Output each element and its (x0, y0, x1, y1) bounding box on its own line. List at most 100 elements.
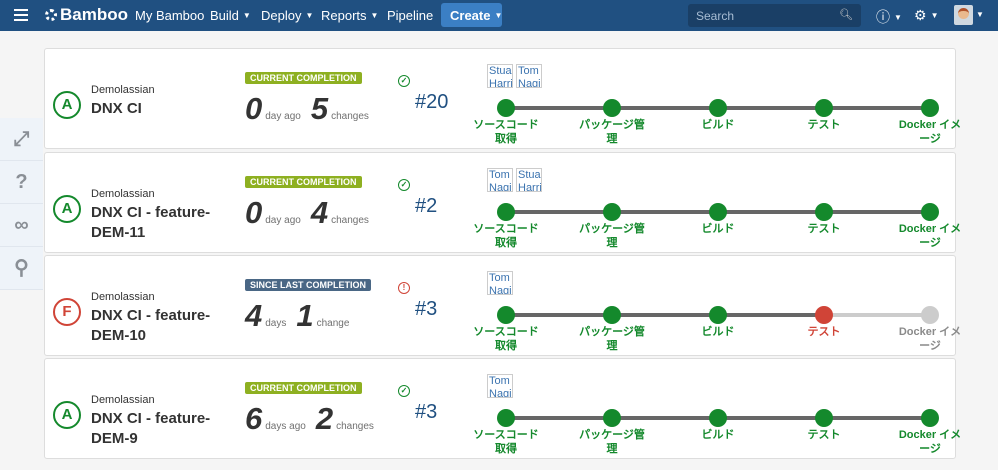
nav-label: My Bamboo (135, 8, 205, 23)
create-label: Create (450, 8, 491, 23)
pipeline-connector (612, 313, 718, 317)
stage-label: パッケージ管理 (579, 223, 645, 249)
build-card: A Demolassian DNX CI - feature-DEM-11 CU… (44, 152, 961, 253)
author-avatar[interactable]: Stua Harri (516, 168, 542, 192)
stage-label: パッケージ管理 (579, 119, 645, 145)
chevron-down-icon: ▼ (305, 11, 314, 20)
link-icon[interactable]: ∞ (0, 204, 43, 247)
pipeline-connector (824, 416, 930, 420)
chevron-down-icon: ▼ (494, 11, 503, 20)
stage-label: ビルド (701, 119, 735, 131)
nav-item[interactable]: Pipeline (387, 8, 433, 23)
stage-label: ビルド (701, 429, 735, 441)
stage-label: テスト (807, 429, 841, 441)
create-button[interactable]: Create ▼ (441, 3, 502, 27)
stage-label: テスト (807, 119, 841, 131)
chevron-down-icon: ▼ (894, 13, 902, 22)
stage-label: ソースコード取得 (473, 326, 539, 352)
stage-node[interactable] (815, 306, 833, 324)
stage-node[interactable] (603, 409, 621, 427)
stage-node[interactable] (497, 99, 515, 117)
nav-item[interactable]: Build ▼ (210, 8, 251, 23)
stage-label: ソースコード取得 (473, 119, 539, 145)
pipeline-connector (506, 106, 612, 110)
help-icon: ⓘ (876, 9, 890, 25)
author-avatar[interactable]: Tom Nagi (487, 374, 513, 398)
sidebar: ⤢? ∞ ⚲ (0, 118, 43, 290)
stage-label: テスト (807, 326, 841, 338)
help-icon[interactable]: ? (0, 161, 43, 204)
authors: Tom Nagi (487, 374, 513, 398)
author-avatar[interactable]: Tom Nagi (516, 64, 542, 88)
stage-node[interactable] (603, 306, 621, 324)
nav-label: Deploy (261, 8, 302, 23)
nav-label: Pipeline (387, 8, 434, 23)
stage-label: ソースコード取得 (473, 429, 539, 455)
pipeline-connector (506, 210, 612, 214)
pipeline-connector (718, 106, 824, 110)
stage-node[interactable] (815, 203, 833, 221)
logo-text: Bamboo (60, 5, 128, 24)
author-avatar[interactable]: Tom Nagi (487, 168, 513, 192)
stage-node[interactable] (815, 99, 833, 117)
nav-item[interactable]: Reports ▼ (321, 8, 378, 23)
help-menu[interactable]: ⓘ ▼ (876, 7, 902, 27)
stage-node[interactable] (921, 409, 939, 427)
settings-menu[interactable]: ⚙ ▼ (914, 7, 938, 24)
stage-node[interactable] (815, 409, 833, 427)
pipeline-connector (612, 416, 718, 420)
search-icon[interactable]: ⚲ (0, 247, 43, 290)
user-avatar[interactable] (954, 5, 973, 25)
stage-node[interactable] (709, 409, 727, 427)
pipeline-connector (824, 313, 930, 317)
pipeline-connector (612, 106, 718, 110)
stage-node[interactable] (497, 203, 515, 221)
stage-node[interactable] (921, 306, 939, 324)
menu-icon[interactable] (14, 9, 28, 24)
stage-node[interactable] (497, 306, 515, 324)
author-avatar[interactable]: Stua Harri (487, 64, 513, 88)
build-card: A Demolassian DNX CI CURRENT COMPLETION … (44, 48, 961, 149)
nav-label: Reports (321, 8, 367, 23)
pipeline-connector (718, 416, 824, 420)
stage-label: Docker イメージ (898, 326, 962, 352)
stage-node[interactable] (709, 306, 727, 324)
nav-item[interactable]: Deploy ▼ (261, 8, 313, 23)
nav-label: Build (210, 8, 239, 23)
stage-label: ソースコード取得 (473, 223, 539, 249)
chevron-down-icon: ▼ (370, 11, 379, 20)
stage-label: パッケージ管理 (579, 429, 645, 455)
pipeline-connector (824, 210, 930, 214)
chevron-down-icon[interactable]: ▼ (976, 10, 984, 19)
authors: Stua Harri Tom Nagi (487, 64, 542, 88)
stage-node[interactable] (603, 99, 621, 117)
author-avatar[interactable]: Tom Nagi (487, 271, 513, 295)
bamboo-logo[interactable]: Bamboo (45, 5, 128, 25)
gear-icon: ⚙ (914, 7, 927, 23)
pipeline-connector (506, 416, 612, 420)
stage-label: パッケージ管理 (579, 326, 645, 352)
stage-label: テスト (807, 223, 841, 235)
stage-node[interactable] (497, 409, 515, 427)
chevron-down-icon: ▼ (242, 11, 251, 20)
bamboo-logo-icon (45, 9, 57, 21)
stage-node[interactable] (709, 99, 727, 117)
stage-label: Docker イメージ (898, 223, 962, 249)
authors: Tom Nagi (487, 271, 513, 295)
pipeline-connector (718, 313, 824, 317)
build-card: F Demolassian DNX CI - feature-DEM-10 SI… (44, 255, 961, 356)
stage-node[interactable] (921, 99, 939, 117)
stage-node[interactable] (603, 203, 621, 221)
stage-label: Docker イメージ (898, 119, 962, 145)
search-input[interactable]: Search 🔍︎ (688, 4, 861, 27)
stage-node[interactable] (921, 203, 939, 221)
stage-label: Docker イメージ (898, 429, 962, 455)
build-card: A Demolassian DNX CI - feature-DEM-9 CUR… (44, 358, 961, 459)
pipeline-connector (506, 313, 612, 317)
pipeline-connector (718, 210, 824, 214)
stage-node[interactable] (709, 203, 727, 221)
expand-icon[interactable]: ⤢ (0, 118, 43, 161)
nav-item[interactable]: My Bamboo (135, 8, 204, 23)
search-placeholder: Search (696, 9, 735, 23)
top-header: Bamboo My Bamboo Build ▼ Deploy ▼ Reports ▼ Pip… (0, 0, 998, 31)
